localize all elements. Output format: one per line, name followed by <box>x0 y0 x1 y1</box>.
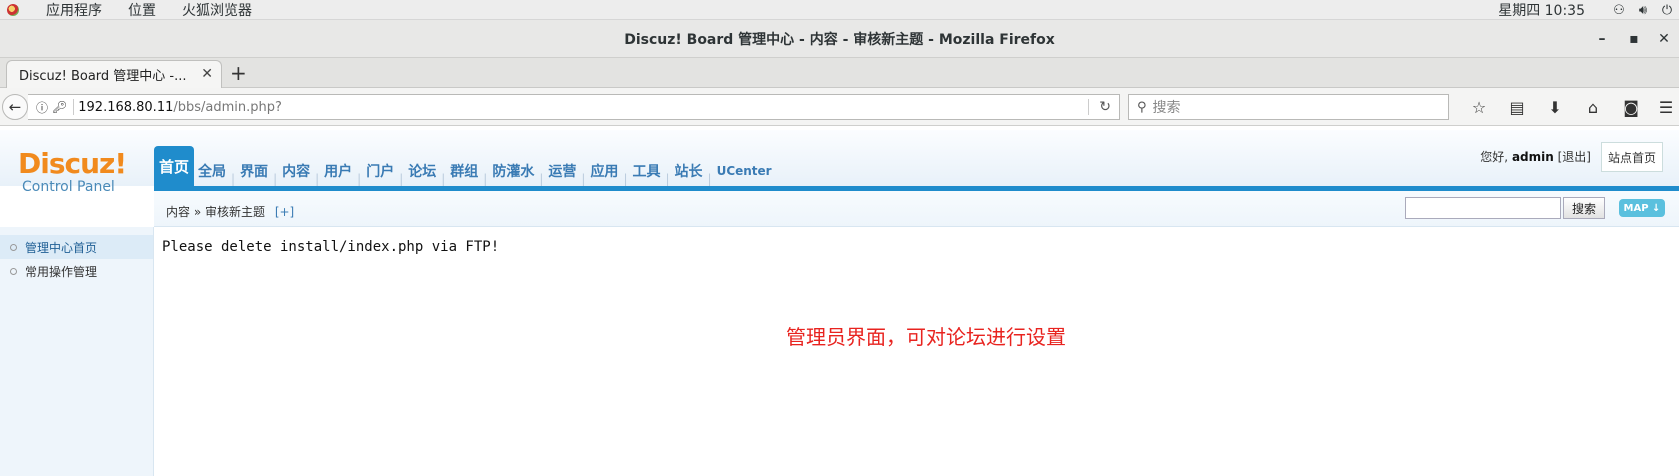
nav-tools[interactable]: 工具 <box>628 156 664 186</box>
logout-link[interactable]: [退出] <box>1558 150 1591 164</box>
close-tab-icon[interactable]: ✕ <box>201 66 213 82</box>
reload-separator <box>1088 99 1089 115</box>
nav-home[interactable]: 首页 <box>154 146 195 186</box>
discuz-logo[interactable]: Discuz! Control Panel <box>18 147 127 196</box>
volume-icon[interactable]: 🔊︎ <box>1631 3 1655 18</box>
minimize-button[interactable]: – <box>1587 20 1617 58</box>
username: admin <box>1511 150 1554 164</box>
reading-list-icon[interactable]: ▤ <box>1498 98 1536 117</box>
annotation-text: 管理员界面，可对论坛进行设置 <box>786 325 1066 349</box>
nav-ucenter[interactable]: UCenter <box>713 156 776 186</box>
nav-webmaster[interactable]: 站长 <box>671 156 707 186</box>
menu-places[interactable]: 位置 <box>128 0 156 20</box>
page-content: Discuz! Control Panel 首页 全局 | 界面 | 内容 | … <box>0 130 1679 476</box>
pocket-icon[interactable]: ◙ <box>1612 98 1650 117</box>
sidebar-item-label: 常用操作管理 <box>25 264 98 279</box>
new-tab-button[interactable]: + <box>230 61 247 85</box>
url-host: 192.168.80.11 <box>78 99 174 115</box>
info-icon[interactable]: ⓘ <box>36 99 48 116</box>
nav-groups[interactable]: 群组 <box>446 156 482 186</box>
bookmark-star-icon[interactable]: ☆ <box>1460 98 1498 117</box>
nav-forum[interactable]: 论坛 <box>404 156 440 186</box>
greeting: 您好, <box>1480 150 1509 164</box>
address-bar[interactable]: ⓘ 🔑︎ 192.168.80.11 /bbs/admin.php? ↻ <box>28 94 1120 120</box>
user-info: 您好, admin [退出] <box>1480 148 1591 165</box>
nav-users[interactable]: 用户 <box>320 156 356 186</box>
window-title-bar: Discuz! Board 管理中心 - 内容 - 审核新主题 - Mozill… <box>0 20 1679 58</box>
maximize-button[interactable]: ▪ <box>1619 20 1649 58</box>
home-icon[interactable]: ⌂ <box>1574 98 1612 117</box>
nav-global[interactable]: 全局 <box>194 156 230 186</box>
admin-header: Discuz! Control Panel 首页 全局 | 界面 | 内容 | … <box>0 130 1679 195</box>
sidebar-item-common-ops[interactable]: 常用操作管理 <box>0 259 153 283</box>
close-window-button[interactable]: ✕ <box>1649 20 1679 58</box>
map-button[interactable]: MAP ↓ <box>1619 199 1665 217</box>
back-arrow-icon: ← <box>8 97 22 116</box>
reload-icon[interactable]: ↻ <box>1099 99 1111 115</box>
search-placeholder: 搜索 <box>1152 100 1181 116</box>
breadcrumb-add-link[interactable]: [+] <box>275 205 294 219</box>
menu-firefox[interactable]: 火狐浏览器 <box>182 0 252 20</box>
power-icon[interactable]: ⏻ <box>1655 3 1679 18</box>
admin-search-input[interactable] <box>1405 197 1561 219</box>
nav-apps[interactable]: 应用 <box>586 156 622 186</box>
clock[interactable]: 星期四 10:35 <box>1498 0 1585 20</box>
site-index-button[interactable]: 站点首页 <box>1601 142 1663 172</box>
url-separator <box>73 99 75 115</box>
sidebar-item-admin-home[interactable]: 管理中心首页 <box>0 235 153 259</box>
admin-main-nav: 首页 全局 | 界面 | 内容 | 用户 | 门户 | 论坛 | 群组 | 防灌… <box>154 144 776 186</box>
tab-strip: Discuz! Board 管理中心 -... ✕ + <box>0 58 1679 88</box>
nav-interface[interactable]: 界面 <box>236 156 272 186</box>
navigation-bar: ← ⓘ 🔑︎ 192.168.80.11 /bbs/admin.php? ↻ ⚲… <box>0 88 1679 126</box>
system-top-bar: 应用程序 位置 火狐浏览器 星期四 10:35 ⚇ 🔊︎ ⏻ <box>0 0 1679 20</box>
applications-icon <box>6 3 20 17</box>
back-button[interactable]: ← <box>2 93 28 120</box>
nav-content[interactable]: 内容 <box>278 156 314 186</box>
url-path: /bbs/admin.php? <box>173 99 282 115</box>
logo-main-text: Discuz! <box>18 147 127 180</box>
window-title: Discuz! Board 管理中心 - 内容 - 审核新主题 - Mozill… <box>624 31 1055 48</box>
download-icon[interactable]: ⬇ <box>1536 98 1574 117</box>
breadcrumb: 内容 » 审核新主题 [+] <box>166 203 294 220</box>
admin-main-area: Please delete install/index.php via FTP!… <box>154 227 1679 476</box>
sub-bar: 内容 » 审核新主题 [+] 搜索 MAP ↓ <box>154 191 1679 227</box>
network-icon[interactable]: ⚇ <box>1607 3 1631 18</box>
nav-portal[interactable]: 门户 <box>362 156 398 186</box>
search-icon: ⚲ <box>1137 99 1147 115</box>
menu-applications[interactable]: 应用程序 <box>46 0 102 20</box>
tab-discuz-admin[interactable]: Discuz! Board 管理中心 -... ✕ <box>6 60 222 88</box>
bullet-icon <box>10 243 17 251</box>
nav-antispam[interactable]: 防灌水 <box>488 156 538 186</box>
toolbar-icons: ☆ ▤ ⬇ ⌂ ◙ ☰ <box>1460 88 1673 126</box>
hamburger-menu-icon[interactable]: ☰ <box>1653 98 1679 117</box>
logo-sub-text: Control Panel <box>22 179 115 195</box>
sidebar-item-label: 管理中心首页 <box>25 240 98 255</box>
search-bar[interactable]: ⚲ 搜索 <box>1128 94 1449 120</box>
breadcrumb-text: 内容 » 审核新主题 <box>166 205 265 219</box>
key-icon[interactable]: 🔑︎ <box>52 100 67 114</box>
nav-operations[interactable]: 运营 <box>544 156 580 186</box>
admin-search-button[interactable]: 搜索 <box>1563 197 1605 219</box>
admin-sidebar: 管理中心首页 常用操作管理 <box>0 227 154 476</box>
install-warning: Please delete install/index.php via FTP! <box>162 239 500 255</box>
bullet-icon <box>10 267 17 275</box>
tab-label: Discuz! Board 管理中心 -... <box>19 69 187 84</box>
